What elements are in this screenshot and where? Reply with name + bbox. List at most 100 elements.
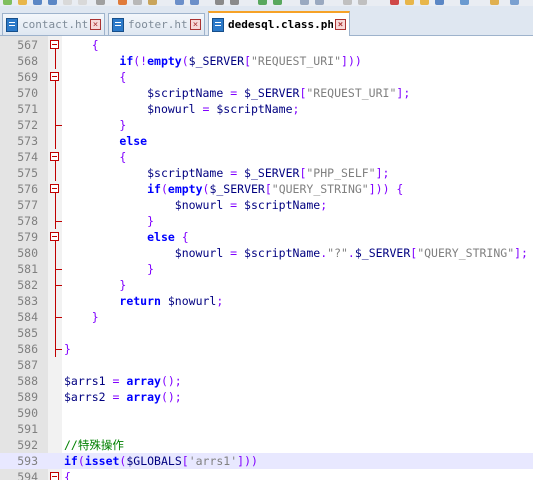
explorer-icon[interactable] xyxy=(490,0,499,5)
close-icon[interactable]: × xyxy=(190,19,201,30)
code-editor[interactable]: 567 {568 if(!empty($_SERVER["REQUEST_URI… xyxy=(0,36,533,480)
tab-label: contact.htm xyxy=(22,18,88,31)
tab-contact-htm[interactable]: contact.htm × xyxy=(2,13,105,35)
copy-icon[interactable] xyxy=(133,0,142,5)
code-line[interactable]: 569 { xyxy=(0,69,533,85)
fold-end-marker xyxy=(55,341,62,350)
code-token: 'arrs1' xyxy=(188,454,238,468)
fold-guide xyxy=(55,293,56,309)
tab-footer-htm[interactable]: footer.htm × xyxy=(108,13,205,35)
line-number: 567 xyxy=(17,38,38,52)
code-line[interactable]: 588 $arrs1 = array(); xyxy=(0,373,533,389)
code-line[interactable]: 581 } xyxy=(0,261,533,277)
tab-dedesql-class-php[interactable]: dedesql.class.php × xyxy=(208,11,350,36)
fold-end-marker xyxy=(55,117,62,126)
fold-guide xyxy=(55,285,56,293)
code-token: isset xyxy=(84,454,120,468)
macro-play-icon[interactable] xyxy=(405,0,414,5)
code-token: //特殊操作 xyxy=(64,438,124,452)
redo-icon[interactable] xyxy=(190,0,199,5)
line-number: 578 xyxy=(17,214,38,228)
macro-save-icon[interactable] xyxy=(435,0,444,5)
file-icon xyxy=(212,17,224,32)
close-icon[interactable]: × xyxy=(335,19,346,30)
code-line[interactable]: 586} xyxy=(0,341,533,357)
code-line[interactable]: 575 $scriptName = $_SERVER["PHP_SELF"]; xyxy=(0,165,533,181)
close-icon[interactable]: × xyxy=(90,19,101,30)
macro-record-icon[interactable] xyxy=(390,0,399,5)
cut-icon[interactable] xyxy=(118,0,127,5)
fold-guide xyxy=(55,245,56,261)
new-file-icon[interactable] xyxy=(3,0,12,5)
save-icon[interactable] xyxy=(33,0,42,5)
fold-toggle-icon[interactable] xyxy=(50,232,59,241)
code-token: = xyxy=(195,102,217,116)
fold-toggle-icon[interactable] xyxy=(50,72,59,81)
code-line[interactable]: 572 } xyxy=(0,117,533,133)
code-line[interactable]: 579 else { xyxy=(0,229,533,245)
fold-toggle-icon[interactable] xyxy=(50,184,59,193)
code-line[interactable]: 587 xyxy=(0,357,533,373)
code-line[interactable]: 567 { xyxy=(0,37,533,53)
code-line[interactable]: 570 $scriptName = $_SERVER["REQUEST_URI"… xyxy=(0,85,533,101)
code-text: if(!empty($_SERVER["REQUEST_URI"])) xyxy=(64,53,362,69)
save-all-icon[interactable] xyxy=(48,0,57,5)
close-all-icon[interactable] xyxy=(78,0,87,5)
code-line[interactable]: 580 $nowurl = $scriptName."?".$_SERVER["… xyxy=(0,245,533,261)
macro-run-icon[interactable] xyxy=(420,0,429,5)
code-token: (! xyxy=(133,54,148,68)
code-line[interactable]: 571 $nowurl = $scriptName; xyxy=(0,101,533,117)
code-line[interactable]: 577 $nowurl = $scriptName; xyxy=(0,197,533,213)
code-text: { xyxy=(64,37,99,53)
zoom-in-icon[interactable] xyxy=(258,0,267,5)
replace-icon[interactable] xyxy=(230,0,239,5)
code-line[interactable]: 592 //特殊操作 xyxy=(0,437,533,453)
find-icon[interactable] xyxy=(215,0,224,5)
code-line[interactable]: 584 } xyxy=(0,309,533,325)
fold-guide xyxy=(55,133,56,149)
fold-toggle-icon[interactable] xyxy=(50,472,59,480)
fold-toggle-icon[interactable] xyxy=(50,40,59,49)
open-file-icon[interactable] xyxy=(18,0,27,5)
fold-guide xyxy=(55,325,56,341)
code-line[interactable]: 590 xyxy=(0,405,533,421)
code-text: return $nowurl; xyxy=(64,293,223,309)
code-line[interactable]: 585 xyxy=(0,325,533,341)
code-line[interactable]: 576 if(empty($_SERVER["QUERY_STRING"])) … xyxy=(0,181,533,197)
line-number: 584 xyxy=(17,310,38,324)
word-wrap-icon[interactable] xyxy=(315,0,324,5)
close-file-icon[interactable] xyxy=(63,0,72,5)
undo-icon[interactable] xyxy=(175,0,184,5)
print-icon[interactable] xyxy=(96,0,105,5)
line-number: 586 xyxy=(17,342,38,356)
code-token: $_SERVER xyxy=(354,246,411,260)
zoom-out-icon[interactable] xyxy=(273,0,282,5)
show-all-chars-icon[interactable] xyxy=(343,0,352,5)
spell-check-icon[interactable] xyxy=(460,0,469,5)
code-token: (); xyxy=(160,390,182,404)
function-list-icon[interactable] xyxy=(510,0,519,5)
code-token: $nowurl xyxy=(167,294,217,308)
paste-icon[interactable] xyxy=(148,0,157,5)
code-line[interactable]: 578 } xyxy=(0,213,533,229)
code-line[interactable]: 593 if(isset($GLOBALS['arrs1'])) xyxy=(0,453,533,469)
code-line[interactable]: 583 return $nowurl; xyxy=(0,293,533,309)
code-token: "?" xyxy=(327,246,348,260)
line-number: 572 xyxy=(17,118,38,132)
code-token: ])) xyxy=(341,54,362,68)
line-number: 573 xyxy=(17,134,38,148)
code-token: $scriptName xyxy=(244,246,321,260)
code-token: ( xyxy=(181,54,189,68)
line-number: 589 xyxy=(17,390,38,404)
fold-guide xyxy=(55,165,56,181)
code-line[interactable]: 589 $arrs2 = array(); xyxy=(0,389,533,405)
fold-toggle-icon[interactable] xyxy=(50,152,59,161)
code-line[interactable]: 568 if(!empty($_SERVER["REQUEST_URI"])) xyxy=(0,53,533,69)
code-line[interactable]: 582 } xyxy=(0,277,533,293)
code-line[interactable]: 573 else xyxy=(0,133,533,149)
indent-guide-icon[interactable] xyxy=(358,0,367,5)
code-line[interactable]: 591 xyxy=(0,421,533,437)
code-line[interactable]: 594 { xyxy=(0,469,533,480)
code-line[interactable]: 574 { xyxy=(0,149,533,165)
sync-scroll-icon[interactable] xyxy=(300,0,309,5)
